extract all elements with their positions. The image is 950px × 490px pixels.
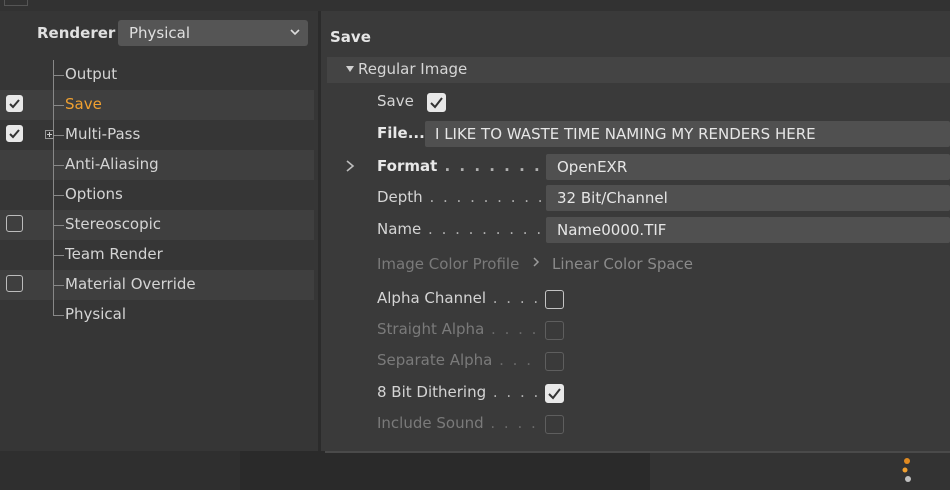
tree-item-label: Save bbox=[65, 95, 102, 113]
tree-item-label: Anti-Aliasing bbox=[65, 155, 159, 173]
tree-item-output[interactable]: Output bbox=[0, 60, 314, 90]
viewport-dark-region bbox=[240, 451, 650, 490]
render-settings-sidebar: Renderer Physical Output Save Multi-Pass… bbox=[0, 11, 318, 451]
color-profile-row: Image Color Profile Linear Color Space bbox=[321, 250, 950, 280]
name-dropdown[interactable]: Name0000.TIF bbox=[546, 217, 950, 243]
tree-item-label: Stereoscopic bbox=[65, 215, 162, 233]
file-row: File... I LIKE TO WASTE TIME NAMING MY R… bbox=[321, 119, 950, 149]
chevron-right-icon[interactable] bbox=[345, 159, 355, 173]
color-profile-label: Image Color Profile bbox=[377, 255, 520, 273]
render-preview-icon bbox=[902, 458, 911, 482]
tree-item-label: Material Override bbox=[65, 275, 196, 293]
format-dropdown[interactable]: OpenEXR bbox=[546, 154, 950, 180]
checkmark-icon bbox=[430, 97, 443, 109]
straight-alpha-row: Straight Alpha . . . . bbox=[321, 315, 950, 345]
depth-row: Depth . . . . . . . . . . 32 Bit/Channel bbox=[321, 183, 950, 213]
separate-alpha-row: Separate Alpha . . . bbox=[321, 346, 950, 376]
dithering-row: 8 Bit Dithering . . . . bbox=[321, 378, 950, 408]
file-path-value: I LIKE TO WASTE TIME NAMING MY RENDERS H… bbox=[435, 125, 816, 143]
tree-item-physical[interactable]: Physical bbox=[0, 300, 314, 330]
format-label: Format . . . . . . . . bbox=[377, 157, 557, 175]
tree-item-anti-aliasing[interactable]: Anti-Aliasing bbox=[0, 150, 314, 180]
material-override-enable-checkbox[interactable] bbox=[6, 275, 23, 292]
multi-pass-enable-checkbox[interactable] bbox=[6, 125, 23, 142]
save-label: Save bbox=[377, 92, 414, 110]
include-sound-row: Include Sound . . . . bbox=[321, 409, 950, 439]
separate-alpha-checkbox bbox=[545, 352, 564, 371]
chevron-down-icon bbox=[290, 29, 300, 36]
separate-alpha-label: Separate Alpha . . . bbox=[377, 351, 533, 369]
renderer-row: Renderer Physical bbox=[0, 17, 318, 49]
depth-label: Depth . . . . . . . . . . bbox=[377, 188, 559, 206]
name-row: Name . . . . . . . . . . Name0000.TIF bbox=[321, 215, 950, 245]
dithering-label: 8 Bit Dithering . . . . bbox=[377, 383, 541, 401]
viewport-strip bbox=[0, 451, 950, 490]
tree-item-team-render[interactable]: Team Render bbox=[0, 240, 314, 270]
tree-item-label: Options bbox=[65, 185, 123, 203]
panel-bottom-edge bbox=[325, 451, 950, 453]
alpha-channel-checkbox[interactable] bbox=[545, 290, 564, 309]
tree-item-label: Output bbox=[65, 65, 118, 83]
renderer-dropdown[interactable]: Physical bbox=[118, 20, 308, 46]
include-sound-checkbox bbox=[545, 415, 564, 434]
top-bar-stub bbox=[4, 0, 28, 6]
straight-alpha-checkbox bbox=[545, 321, 564, 340]
depth-dropdown[interactable]: 32 Bit/Channel bbox=[546, 185, 950, 211]
format-row: Format . . . . . . . . OpenEXR bbox=[321, 152, 950, 182]
group-label: Regular Image bbox=[358, 60, 468, 78]
save-row: Save bbox=[321, 87, 950, 117]
renderer-label: Renderer bbox=[37, 24, 116, 42]
checkmark-icon bbox=[9, 99, 20, 109]
tree-item-label: Physical bbox=[65, 305, 127, 323]
name-label: Name . . . . . . . . . . bbox=[377, 220, 557, 238]
settings-tree: Output Save Multi-Pass Anti-Aliasing Opt… bbox=[0, 60, 314, 330]
color-profile-value: Linear Color Space bbox=[552, 255, 694, 273]
tree-item-multi-pass[interactable]: Multi-Pass bbox=[0, 120, 314, 150]
straight-alpha-label: Straight Alpha . . . . bbox=[377, 320, 539, 338]
alpha-channel-label: Alpha Channel . . . . bbox=[377, 289, 541, 307]
alpha-channel-row: Alpha Channel . . . . bbox=[321, 284, 950, 314]
include-sound-label: Include Sound . . . . bbox=[377, 414, 538, 432]
save-enable-checkbox[interactable] bbox=[6, 95, 23, 112]
checkmark-icon bbox=[9, 129, 20, 139]
name-value: Name0000.TIF bbox=[557, 221, 667, 239]
stereoscopic-enable-checkbox[interactable] bbox=[6, 215, 23, 232]
file-button[interactable]: File... bbox=[377, 124, 425, 142]
expand-plus-icon[interactable] bbox=[45, 130, 54, 139]
tree-item-stereoscopic[interactable]: Stereoscopic bbox=[0, 210, 314, 240]
renderer-dropdown-value: Physical bbox=[129, 24, 191, 42]
tree-item-save[interactable]: Save bbox=[0, 90, 314, 120]
regular-image-group-header[interactable]: Regular Image bbox=[327, 57, 950, 83]
save-settings-panel: Save Regular Image Save File... I LIKE T… bbox=[321, 11, 950, 451]
save-checkbox[interactable] bbox=[427, 93, 446, 112]
triangle-down-icon bbox=[346, 66, 354, 72]
checkmark-icon bbox=[548, 388, 561, 400]
tree-item-options[interactable]: Options bbox=[0, 180, 314, 210]
tree-item-label: Multi-Pass bbox=[65, 125, 141, 143]
tree-item-material-override[interactable]: Material Override bbox=[0, 270, 314, 300]
format-value: OpenEXR bbox=[557, 158, 628, 176]
tree-item-label: Team Render bbox=[65, 245, 163, 263]
file-path-input[interactable]: I LIKE TO WASTE TIME NAMING MY RENDERS H… bbox=[425, 121, 950, 147]
depth-value: 32 Bit/Channel bbox=[557, 189, 668, 207]
dithering-checkbox[interactable] bbox=[545, 384, 564, 403]
section-title: Save bbox=[330, 28, 371, 46]
chevron-right-icon[interactable] bbox=[532, 256, 540, 268]
